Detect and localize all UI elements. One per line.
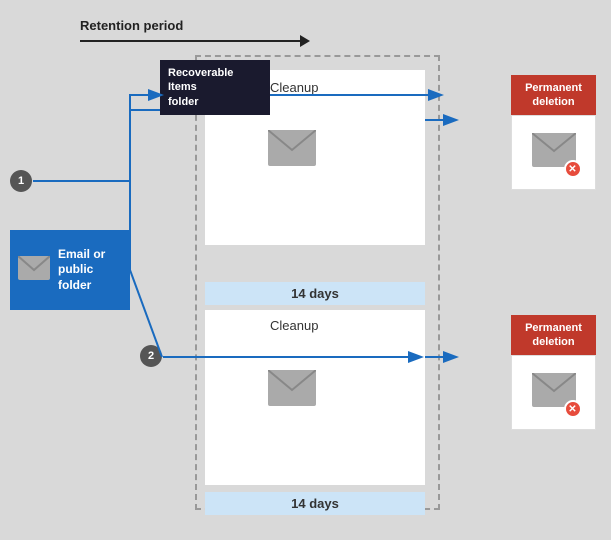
deleted-mail-box-top: ✕ — [511, 115, 596, 190]
diagram: Retention period Cleanup Cleanup 14 days… — [0, 0, 611, 540]
panel-mail-bottom — [268, 370, 316, 411]
cleanup-label-bottom: Cleanup — [270, 318, 318, 333]
retention-period: Retention period — [80, 18, 310, 47]
retention-label: Retention period — [80, 18, 183, 33]
recoverable-label-line1: Recoverable Items — [168, 67, 233, 93]
x-badge-bottom: ✕ — [564, 400, 582, 418]
cleanup-label-top: Cleanup — [270, 80, 318, 95]
deleted-mail-box-bottom: ✕ — [511, 355, 596, 430]
retention-arrow-line — [80, 40, 300, 42]
email-folder-box: Email or public folder — [10, 230, 130, 310]
days-label-top: 14 days — [205, 282, 425, 305]
deleted-mail-wrapper-top: ✕ — [532, 133, 576, 172]
deleted-mail-wrapper-bottom: ✕ — [532, 373, 576, 412]
x-badge-top: ✕ — [564, 160, 582, 178]
perm-delete-box-bottom: Permanent deletion — [511, 315, 596, 356]
perm-delete-box-top: Permanent deletion — [511, 75, 596, 116]
badge-1: 1 — [10, 170, 32, 192]
email-folder-label: Email or public folder — [58, 247, 122, 294]
retention-arrow-head — [300, 35, 310, 47]
retention-arrow — [80, 35, 310, 47]
email-folder-mail-icon — [18, 256, 50, 285]
badge-2: 2 — [140, 345, 162, 367]
days-label-bottom: 14 days — [205, 492, 425, 515]
panel-mail-top — [268, 130, 316, 171]
recoverable-items-box: Recoverable Items folder — [160, 60, 270, 115]
recoverable-label-line2: folder — [168, 96, 199, 108]
